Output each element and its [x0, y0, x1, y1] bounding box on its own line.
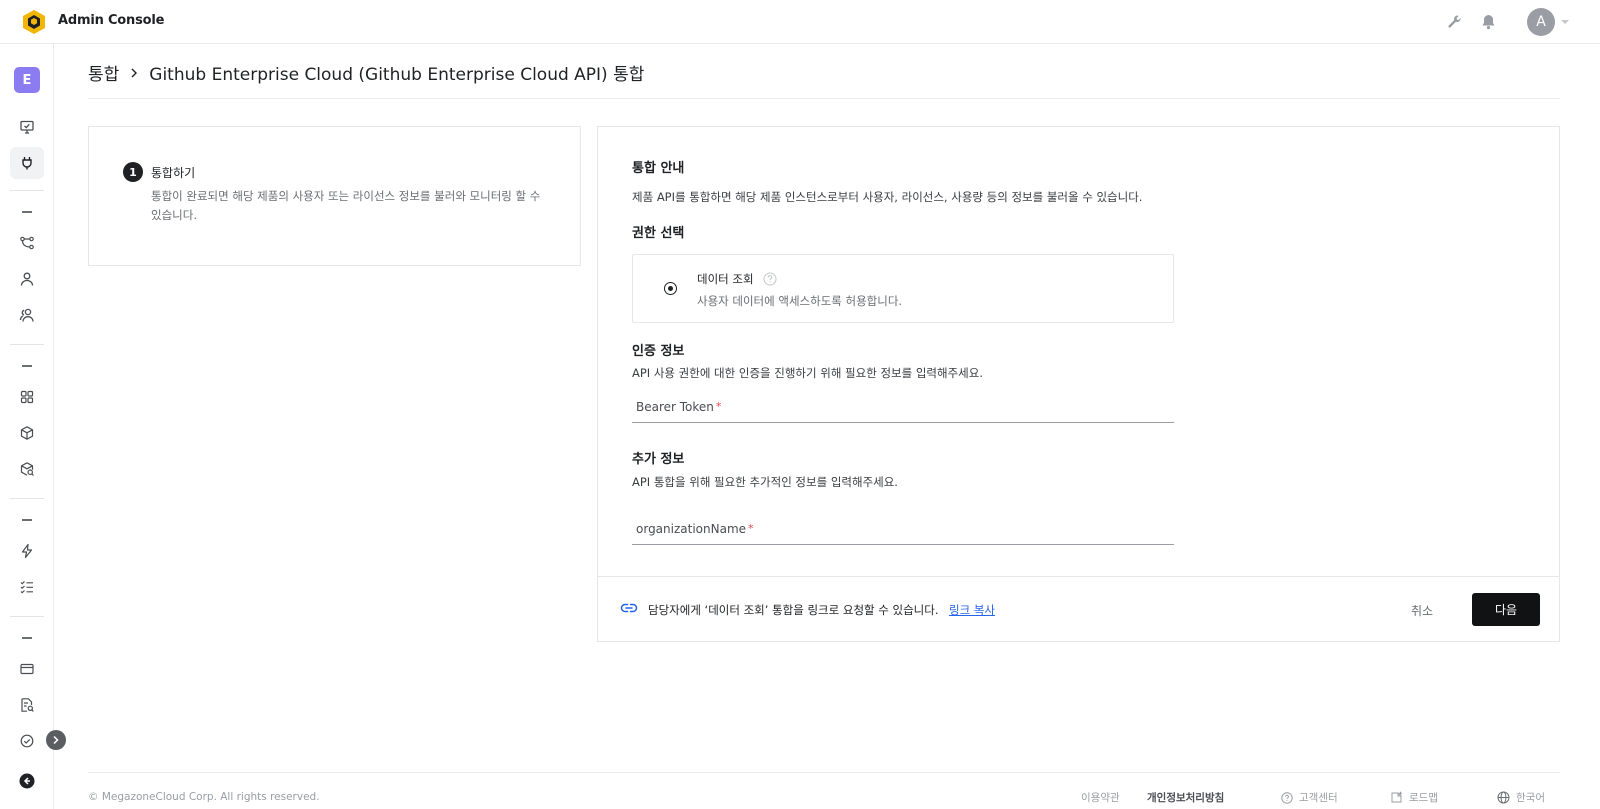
card-icon: [20, 663, 34, 675]
sidebar-item-user[interactable]: [10, 263, 44, 295]
permission-option[interactable]: 데이터 조회 사용자 데이터에 액세스하도록 허용합니다.: [632, 254, 1174, 323]
shield-check-icon: [20, 734, 34, 748]
sidebar-item-tasks[interactable]: [10, 571, 44, 603]
box-search-icon: [20, 462, 34, 476]
bearer-token-field[interactable]: Bearer Token *: [632, 391, 1174, 423]
sidebar-item-integration[interactable]: [10, 147, 44, 179]
organization-name-field[interactable]: organizationName *: [632, 513, 1174, 545]
sidebar-item-flow[interactable]: [10, 227, 44, 259]
permission-radio[interactable]: [664, 282, 677, 295]
auth-description: API 사용 권한에 대한 인증을 진행하기 위해 필요한 정보를 입력해주세요…: [632, 366, 983, 380]
cancel-button[interactable]: 취소: [1411, 602, 1433, 619]
sidebar-item-users[interactable]: [10, 299, 44, 331]
permission-title: 권한 선택: [632, 226, 685, 241]
wrench-icon[interactable]: [1445, 12, 1465, 32]
sidebar-item-apps[interactable]: [10, 381, 44, 413]
bell-icon[interactable]: [1478, 12, 1498, 32]
logo-icon[interactable]: [22, 9, 46, 35]
bearer-token-label: Bearer Token: [636, 400, 714, 414]
copy-link[interactable]: 링크 복사: [949, 602, 995, 618]
user-avatar[interactable]: A: [1527, 8, 1555, 36]
steps-card: 1 통합하기 통합이 완료되면 해당 제품의 사용자 또는 라이선스 정보를 불…: [88, 126, 581, 266]
action-bar: 담당자에게 ‘데이터 조회’ 통합을 링크로 요청할 수 있습니다. 링크 복사…: [598, 576, 1559, 641]
terms-link[interactable]: 이용약관: [1081, 790, 1120, 805]
step-number: 1: [123, 162, 143, 182]
extra-description: API 통합을 위해 필요한 추가적인 정보를 입력해주세요.: [632, 475, 898, 489]
grid-icon: [20, 390, 34, 404]
sidebar-item-automation[interactable]: [10, 535, 44, 567]
monitor-icon: [20, 120, 34, 134]
sidebar-item-billing[interactable]: [10, 653, 44, 685]
top-bar: Admin Console A: [0, 0, 1600, 44]
sidebar-item-products[interactable]: [10, 417, 44, 449]
globe-icon: [1497, 791, 1510, 804]
workspace-badge[interactable]: E: [14, 67, 40, 93]
help-icon[interactable]: [763, 272, 777, 286]
permission-option-label: 데이터 조회: [697, 272, 754, 286]
integration-form-card: 통합 안내 제품 API를 통합하면 해당 제품 인스턴스로부터 사용자, 라이…: [597, 126, 1560, 642]
sidebar-item-product-search[interactable]: [10, 453, 44, 485]
plug-icon: [22, 157, 32, 170]
sidebar-item-documents[interactable]: [10, 689, 44, 721]
guide-title: 통합 안내: [632, 161, 685, 176]
sidebar-expand-button[interactable]: [46, 730, 66, 750]
support-link[interactable]: 고객센터: [1281, 790, 1338, 805]
extra-title: 추가 정보: [632, 452, 685, 467]
document-icon: [1391, 791, 1402, 803]
guide-description: 제품 API를 통합하면 해당 제품 인스턴스로부터 사용자, 라이선스, 사용…: [632, 190, 1143, 204]
next-button[interactable]: 다음: [1472, 593, 1540, 626]
share-message: 담당자에게 ‘데이터 조회’ 통합을 링크로 요청할 수 있습니다.: [648, 603, 939, 617]
chevron-right-icon: [129, 67, 139, 79]
organization-name-label: organizationName: [636, 522, 747, 536]
required-mark: *: [748, 522, 754, 535]
chevron-down-icon[interactable]: [1560, 18, 1570, 26]
roadmap-link[interactable]: 로드맵: [1390, 790, 1438, 805]
sidebar: E: [0, 44, 54, 809]
copyright: © MegazoneCloud Corp. All rights reserve…: [88, 791, 320, 803]
chevron-right-icon: [53, 735, 59, 745]
app-title: Admin Console: [58, 13, 165, 28]
user-icon: [20, 272, 34, 286]
document-icon: [21, 698, 34, 712]
link-icon: [620, 603, 638, 613]
breadcrumb-parent[interactable]: 통합: [88, 60, 119, 85]
required-mark: *: [715, 400, 722, 413]
help-icon: [1281, 791, 1293, 804]
checklist-icon: [20, 581, 33, 594]
page-title: Github Enterprise Cloud (Github Enterpri…: [149, 65, 645, 85]
permission-option-desc: 사용자 데이터에 액세스하도록 허용합니다.: [697, 294, 903, 308]
users-icon: [19, 308, 34, 322]
lightning-icon: [21, 543, 33, 559]
auth-title: 인증 정보: [632, 344, 685, 359]
box-icon: [20, 426, 34, 440]
sidebar-item-compliance[interactable]: [10, 725, 44, 757]
breadcrumb: 통합 Github Enterprise Cloud (Github Enter…: [88, 60, 644, 85]
privacy-link[interactable]: 개인정보처리방침: [1147, 790, 1224, 805]
language-selector[interactable]: 한국어: [1497, 790, 1545, 805]
flow-icon: [20, 236, 34, 250]
logout-icon[interactable]: [19, 773, 35, 789]
step-title: 통합하기: [151, 166, 196, 180]
sidebar-item-monitor[interactable]: [10, 111, 44, 143]
step-description: 통합이 완료되면 해당 제품의 사용자 또는 라이선스 정보를 불러와 모니터링…: [151, 189, 541, 222]
